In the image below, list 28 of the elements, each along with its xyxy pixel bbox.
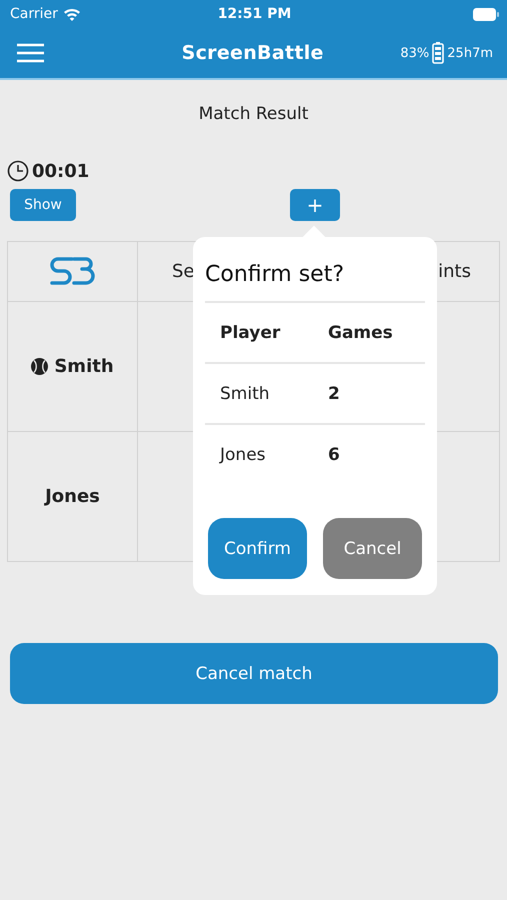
menu-icon[interactable]	[16, 43, 45, 63]
page-title: Match Result	[198, 104, 310, 124]
show-button[interactable]: Show	[10, 189, 76, 221]
column-header: Games	[328, 322, 394, 342]
carrier-label: Carrier	[10, 6, 58, 22]
match-timer: 00:01	[32, 160, 90, 182]
column-header: Player	[220, 322, 282, 342]
clock-icon	[7, 160, 29, 182]
cancel-match-button[interactable]: Cancel match	[10, 643, 498, 704]
confirm-button[interactable]: Confirm	[208, 518, 307, 579]
games-count: 6	[328, 444, 341, 464]
player-name: Jones	[45, 486, 100, 507]
battery-icon	[473, 8, 500, 20]
battery-percent: 83%	[400, 46, 430, 60]
player-name: Smith	[220, 384, 271, 404]
games-count: 2	[328, 384, 341, 404]
status-time: 12:51 PM	[218, 6, 292, 22]
player-name: Jones	[220, 444, 267, 464]
app-title: ScreenBattle	[180, 42, 325, 64]
battery-icon	[432, 42, 444, 64]
wifi-icon	[62, 7, 81, 21]
column-header: Se	[172, 261, 194, 282]
player-name: Smith	[54, 356, 114, 377]
remaining-time: 25h7m	[447, 46, 493, 60]
cancel-button[interactable]: Cancel	[323, 518, 422, 579]
column-header: ints	[438, 261, 471, 282]
add-button[interactable]: +	[290, 189, 340, 221]
dialog-title: Confirm set?	[205, 262, 344, 286]
